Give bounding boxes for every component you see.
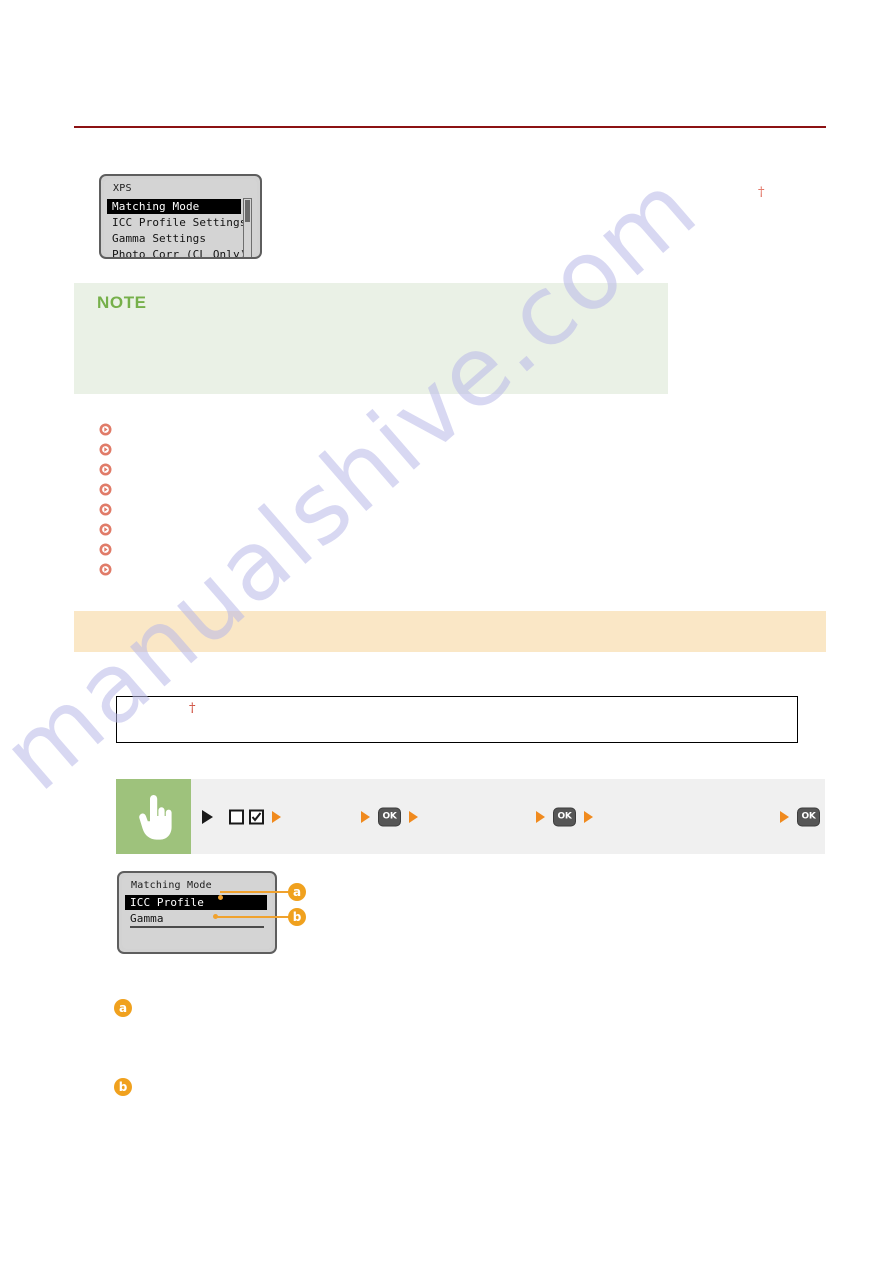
xps-screen-scrollbar-thumb[interactable] <box>245 200 250 222</box>
xps-screen-inner: XPS Matching Mode ICC Profile Settings G… <box>104 179 257 257</box>
arrow-circle-icon <box>99 543 112 556</box>
menu-icon[interactable] <box>229 809 244 824</box>
ok-button[interactable]: OK <box>553 807 576 826</box>
arrow-circle-icon <box>99 523 112 536</box>
callout-description-a: a <box>114 999 132 1017</box>
matching-screen-divider <box>130 926 264 928</box>
callout-anchor-dot-b <box>213 914 218 919</box>
step-arrow-orange-icon <box>272 810 281 823</box>
list-item[interactable] <box>99 419 120 439</box>
settings-check-icon[interactable] <box>249 809 264 824</box>
list-item[interactable] <box>99 499 120 519</box>
callout-badge-a: a <box>288 883 306 901</box>
dagger-footnote-marker: † <box>758 185 765 200</box>
callout-badge-b-legend: b <box>114 1078 132 1096</box>
matching-screen-inner: Matching Mode ICC Profile Gamma <box>122 876 272 949</box>
related-links-list <box>99 419 120 579</box>
list-item[interactable] <box>99 539 120 559</box>
ok-button[interactable]: OK <box>378 807 401 826</box>
arrow-circle-icon <box>99 503 112 516</box>
xps-screen-title: XPS <box>113 183 132 194</box>
arrow-circle-icon <box>99 463 112 476</box>
callout-leader-line-a <box>220 891 289 893</box>
procedure-steps: OK OK OK <box>191 779 825 854</box>
callout-leader-line-b <box>215 916 289 918</box>
procedure-strip: OK OK OK <box>116 779 825 854</box>
section-divider-rule <box>74 126 826 128</box>
step-arrow-orange-icon <box>536 810 545 823</box>
step-arrow-orange-icon <box>584 810 593 823</box>
callout-badge-a-legend: a <box>114 999 132 1017</box>
xps-screen-scrollbar[interactable] <box>243 198 252 257</box>
list-item[interactable] <box>99 459 120 479</box>
settings-detail-box: † <box>116 696 798 743</box>
note-heading: NOTE <box>97 293 147 312</box>
step-arrow-black-icon <box>202 809 213 824</box>
arrow-circle-icon <box>99 483 112 496</box>
pointing-hand-icon <box>116 779 191 854</box>
list-item[interactable] <box>99 439 120 459</box>
manual-page: XPS Matching Mode ICC Profile Settings G… <box>0 0 893 1263</box>
xps-menu-item-photo-corr[interactable]: Photo Corr (CL Only) <box>112 247 246 257</box>
list-item[interactable] <box>99 479 120 499</box>
matching-screen-title: Matching Mode <box>131 880 212 891</box>
arrow-circle-icon <box>99 423 112 436</box>
step-arrow-orange-icon <box>361 810 370 823</box>
ok-button[interactable]: OK <box>797 807 820 826</box>
matching-mode-screen: Matching Mode ICC Profile Gamma <box>117 871 277 954</box>
section-heading-banner <box>74 611 826 652</box>
xps-menu-screen: XPS Matching Mode ICC Profile Settings G… <box>99 174 262 259</box>
matching-menu-item-gamma[interactable]: Gamma <box>130 911 164 926</box>
callout-badge-b: b <box>288 908 306 926</box>
list-item[interactable] <box>99 519 120 539</box>
xps-menu-item-icc-profile-settings[interactable]: ICC Profile Settings <box>112 215 246 230</box>
arrow-circle-icon <box>99 443 112 456</box>
matching-menu-item-icc-profile[interactable]: ICC Profile <box>125 895 267 910</box>
dagger-footnote-marker: † <box>189 701 196 716</box>
note-box: NOTE <box>74 283 668 394</box>
callout-anchor-dot-a <box>218 895 223 900</box>
step-arrow-orange-icon <box>780 810 789 823</box>
callout-description-b: b <box>114 1078 132 1096</box>
arrow-circle-icon <box>99 563 112 576</box>
xps-menu-item-matching-mode[interactable]: Matching Mode <box>107 199 241 214</box>
xps-menu-item-gamma-settings[interactable]: Gamma Settings <box>112 231 206 246</box>
list-item[interactable] <box>99 559 120 579</box>
step-arrow-orange-icon <box>409 810 418 823</box>
